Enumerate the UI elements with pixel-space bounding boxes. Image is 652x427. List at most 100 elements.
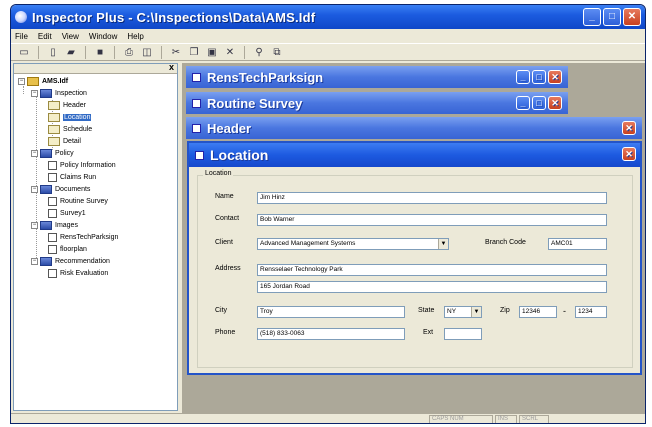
minimize-button[interactable]: _ [516,96,530,110]
tree-node-recommendation[interactable]: − Recommendation [31,257,110,266]
client-label: Client [215,239,233,246]
tree-node-inspection[interactable]: − Inspection [31,89,87,98]
zip-dash: - [563,306,566,316]
zip-field[interactable]: 12346 [519,306,557,318]
tree-node-renstechparksign[interactable]: RensTechParksign [48,233,118,242]
tree-node-location[interactable]: Location [48,113,92,122]
child-window-routine-survey[interactable]: Routine Survey _ □ ✕ [186,92,568,114]
tree-node-survey1[interactable]: Survey1 [48,209,86,218]
city-field[interactable]: Troy [257,306,405,318]
delete-icon[interactable]: ✕ [223,45,237,59]
maximize-button[interactable]: □ [603,8,621,26]
contact-field[interactable]: Bob Warner [257,214,607,226]
open-folder-icon[interactable]: ▰ [64,45,78,59]
address-label: Address [215,265,241,272]
paste-icon[interactable]: ▣ [205,45,219,59]
branch-code-field[interactable]: AMC01 [548,238,607,250]
menu-edit[interactable]: Edit [38,32,52,41]
tree-node-header[interactable]: Header [48,101,86,110]
image-icon [48,245,57,254]
tree-node-policy-information[interactable]: Policy Information [48,161,116,170]
tree-panel-header: x [14,62,177,74]
new-file-icon[interactable]: ▯ [46,45,60,59]
export-icon[interactable]: ⧉ [270,45,284,59]
section-icon [40,89,52,98]
location-title-bar[interactable]: Location ✕ [189,143,640,167]
city-label: City [215,307,228,314]
maximize-button[interactable]: □ [532,70,546,84]
menu-file[interactable]: File [15,32,28,41]
collapse-icon[interactable]: − [31,186,38,193]
image-icon [48,233,57,242]
save-icon[interactable]: ■ [93,45,107,59]
form-window-icon [195,150,204,160]
collapse-icon[interactable]: − [18,78,25,85]
document-icon [48,197,57,206]
tree-node-policy[interactable]: − Policy [31,149,74,158]
contact-label: Contact [215,215,240,222]
zip-extension-field[interactable]: 1234 [575,306,607,318]
document-icon [48,209,57,218]
toolbar-separator [85,45,86,59]
tree-node-routine-survey[interactable]: Routine Survey [48,197,108,206]
status-caps-num: CAPS NUM [429,415,493,423]
tree-node-root[interactable]: − AMS.Idf [18,77,68,86]
cut-icon[interactable]: ✂ [169,45,183,59]
state-combo[interactable]: NY ▼ [444,306,482,318]
status-bar: CAPS NUM INS SCRL [11,413,645,423]
main-title-bar[interactable]: Inspector Plus - C:\Inspections\Data\AMS… [11,5,645,29]
collapse-icon[interactable]: − [31,222,38,229]
document-window-icon [192,98,201,108]
branch-code-label: Branch Code [485,239,526,246]
client-combo[interactable]: Advanced Management Systems ▼ [257,238,449,250]
child-window-header[interactable]: Header ✕ [186,117,642,139]
document-icon [48,269,57,278]
properties-icon[interactable]: ▭ [17,45,31,59]
child-window-renstechparksign[interactable]: RensTechParksign _ □ ✕ [186,66,568,88]
section-icon [40,257,52,266]
menu-bar: File Edit View Window Help [11,29,645,43]
close-button[interactable]: ✕ [622,121,636,135]
address-line2-field[interactable]: 165 Jordan Road [257,281,607,293]
tree-node-risk-evaluation[interactable]: Risk Evaluation [48,269,108,278]
collapse-icon[interactable]: − [31,90,38,97]
chevron-down-icon[interactable]: ▼ [471,307,481,317]
ext-label: Ext [423,329,434,336]
tree-node-claims-run[interactable]: Claims Run [48,173,96,182]
address-line1-field[interactable]: Rensselaer Technology Park [257,264,607,276]
close-button[interactable]: ✕ [548,96,562,110]
form-icon [48,113,60,122]
menu-help[interactable]: Help [127,32,143,41]
copy-icon[interactable]: ❐ [187,45,201,59]
print-preview-icon[interactable]: ◫ [140,45,154,59]
client-value: Advanced Management Systems [260,240,356,247]
minimize-button[interactable]: _ [516,70,530,84]
chevron-down-icon[interactable]: ▼ [438,239,448,249]
print-icon[interactable]: ⎙ [122,45,136,59]
phone-field[interactable]: (518) 833-0063 [257,328,405,340]
phone-label: Phone [215,329,236,336]
collapse-icon[interactable]: − [31,258,38,265]
state-value: NY [447,308,457,315]
ext-field[interactable] [444,328,482,340]
tree-node-detail[interactable]: Detail [48,137,81,146]
tree-node-floorplan[interactable]: floorplan [48,245,87,254]
maximize-button[interactable]: □ [532,96,546,110]
tree-node-documents[interactable]: − Documents [31,185,90,194]
menu-view[interactable]: View [62,32,79,41]
tree-node-images[interactable]: − Images [31,221,78,230]
tree-close-icon[interactable]: x [169,62,174,72]
menu-window[interactable]: Window [89,32,117,41]
close-button[interactable]: ✕ [623,8,641,26]
minimize-button[interactable]: _ [583,8,601,26]
name-field[interactable]: Jim Hinz [257,192,607,204]
toolbar: ▭ ▯ ▰ ■ ⎙ ◫ ✂ ❐ ▣ ✕ ⚲ ⧉ [11,43,645,61]
close-button[interactable]: ✕ [548,70,562,84]
status-scrl: SCRL [519,415,549,423]
find-icon[interactable]: ⚲ [252,45,266,59]
tree-node-schedule[interactable]: Schedule [48,125,92,134]
name-label: Name [215,193,234,200]
folder-icon [27,77,39,86]
collapse-icon[interactable]: − [31,150,38,157]
close-button[interactable]: ✕ [622,147,636,161]
